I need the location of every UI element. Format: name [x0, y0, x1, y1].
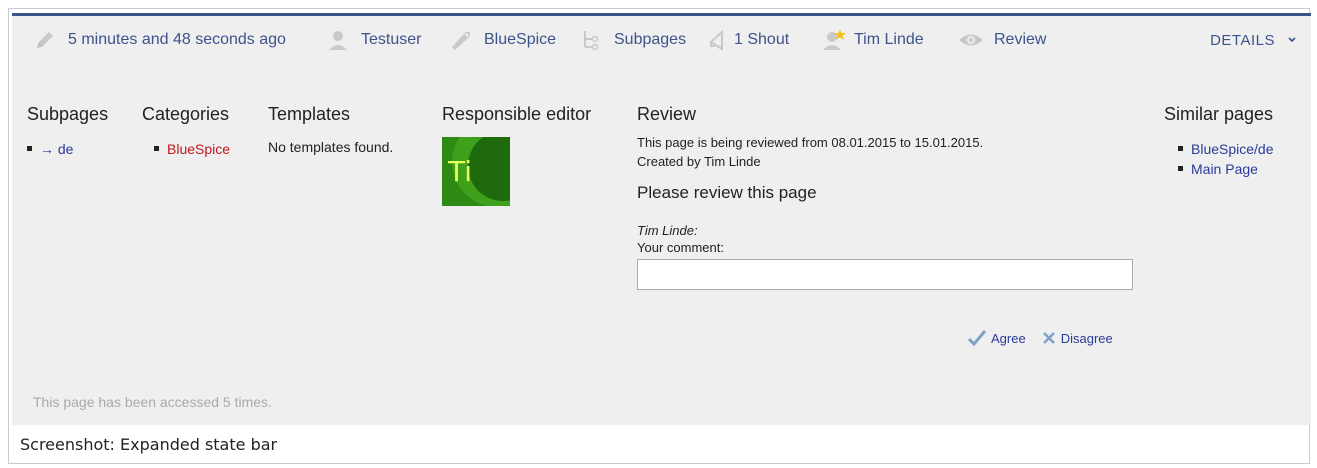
list-item: BlueSpice/de	[1178, 139, 1274, 159]
review-creator-text: Created by Tim Linde	[637, 154, 761, 169]
last-edit-label: 5 minutes and 48 seconds ago	[68, 31, 286, 48]
category-item[interactable]: BlueSpice	[450, 28, 556, 52]
checkmark-icon	[968, 330, 986, 346]
user-label: Testuser	[361, 31, 422, 48]
shout-label: 1 Shout	[734, 31, 790, 48]
user-item[interactable]: Testuser	[327, 28, 421, 52]
review-heading: Review	[637, 104, 697, 124]
templates-column: Templates No templates found.	[268, 104, 393, 155]
categories-column: Categories BlueSpice	[142, 104, 230, 159]
comment-label: Your comment:	[637, 240, 724, 255]
bullet	[1178, 165, 1183, 171]
reviewer-name: Tim Linde:	[637, 223, 698, 238]
review-column: Review This page is being reviewed from …	[637, 104, 1137, 290]
tag-icon	[452, 32, 470, 50]
review-info: This page is being reviewed from 08.01.2…	[637, 133, 1137, 171]
screenshot-caption: Screenshot: Expanded state bar	[20, 435, 278, 454]
bullet	[154, 145, 159, 151]
shout-item[interactable]: 1 Shout	[708, 28, 789, 52]
avatar[interactable]: Ti	[442, 137, 510, 206]
review-prompt-heading: Please review this page	[637, 183, 817, 202]
eye-icon	[959, 34, 983, 46]
disagree-label: Disagree	[1060, 330, 1113, 346]
list-item: → de	[27, 139, 108, 159]
categories-list: BlueSpice	[142, 139, 230, 159]
avatar-initials: Ti	[448, 155, 473, 188]
comment-input[interactable]	[637, 259, 1133, 290]
subpages-tree-icon	[584, 31, 599, 51]
state-bar: 5 minutes and 48 seconds ago Testuser Bl…	[20, 28, 1290, 52]
list-item: BlueSpice	[154, 139, 230, 159]
review-actions: Agree Disagree	[968, 330, 1113, 346]
subpages-item[interactable]: Subpages	[580, 28, 686, 52]
templates-empty-text: No templates found.	[268, 139, 394, 155]
similar-page-link-bluespice-de[interactable]: BlueSpice/de	[1191, 141, 1274, 157]
user-icon	[329, 31, 347, 50]
disagree-button[interactable]: Disagree	[1042, 330, 1113, 346]
category-link-bluespice[interactable]: BlueSpice	[167, 141, 230, 157]
review-item[interactable]: Review	[958, 28, 1046, 52]
agree-button[interactable]: Agree	[968, 330, 1026, 346]
review-period-text: This page is being reviewed from 08.01.2…	[637, 135, 984, 150]
subpages-column: Subpages → de	[27, 104, 108, 159]
bullet	[1178, 145, 1183, 151]
agree-label: Agree	[991, 330, 1026, 346]
subpages-heading: Subpages	[27, 104, 109, 124]
responsible-editor-item[interactable]: Tim Linde	[822, 28, 924, 52]
similar-pages-column: Similar pages BlueSpice/de Main Page	[1164, 104, 1274, 179]
pencil-icon	[37, 32, 53, 48]
subpage-link-de[interactable]: → de	[40, 141, 73, 157]
subpages-list: → de	[27, 139, 108, 159]
close-icon	[1042, 332, 1055, 344]
chevron-down-icon	[1288, 37, 1296, 43]
details-toggle[interactable]: DETAILS	[1210, 28, 1297, 52]
subpages-label: Subpages	[614, 31, 687, 48]
category-label: BlueSpice	[484, 31, 557, 48]
similar-pages-heading: Similar pages	[1164, 104, 1274, 124]
similar-page-link-main-page[interactable]: Main Page	[1191, 161, 1258, 177]
review-label: Review	[994, 31, 1047, 48]
responsible-editor-label: Tim Linde	[854, 31, 924, 48]
user-star-icon	[823, 29, 846, 50]
last-edit-item[interactable]: 5 minutes and 48 seconds ago	[34, 28, 286, 52]
list-item: Main Page	[1178, 159, 1274, 179]
responsible-editor-heading: Responsible editor	[442, 104, 592, 124]
templates-heading: Templates	[268, 104, 351, 124]
bullet	[27, 145, 32, 151]
responsible-editor-column: Responsible editor Ti	[442, 104, 591, 206]
categories-heading: Categories	[142, 104, 230, 124]
similar-pages-list: BlueSpice/de Main Page	[1164, 139, 1274, 179]
megaphone-icon	[709, 29, 723, 51]
details-label: DETAILS	[1210, 31, 1275, 49]
access-count-text: This page has been accessed 5 times.	[33, 394, 272, 410]
